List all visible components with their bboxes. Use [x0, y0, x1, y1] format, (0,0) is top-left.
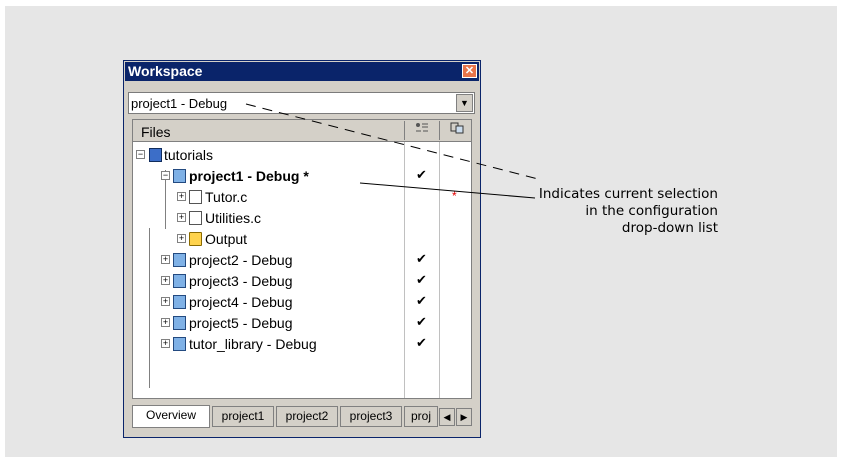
callout-line: Indicates current selection [538, 186, 718, 202]
annotation-callout: Indicates current selection in the confi… [533, 186, 718, 237]
dashed-leader-line [245, 103, 543, 181]
callout-line: in the configuration [585, 203, 718, 219]
callout-line: drop-down list [621, 220, 718, 236]
solid-leader-line [359, 182, 536, 199]
